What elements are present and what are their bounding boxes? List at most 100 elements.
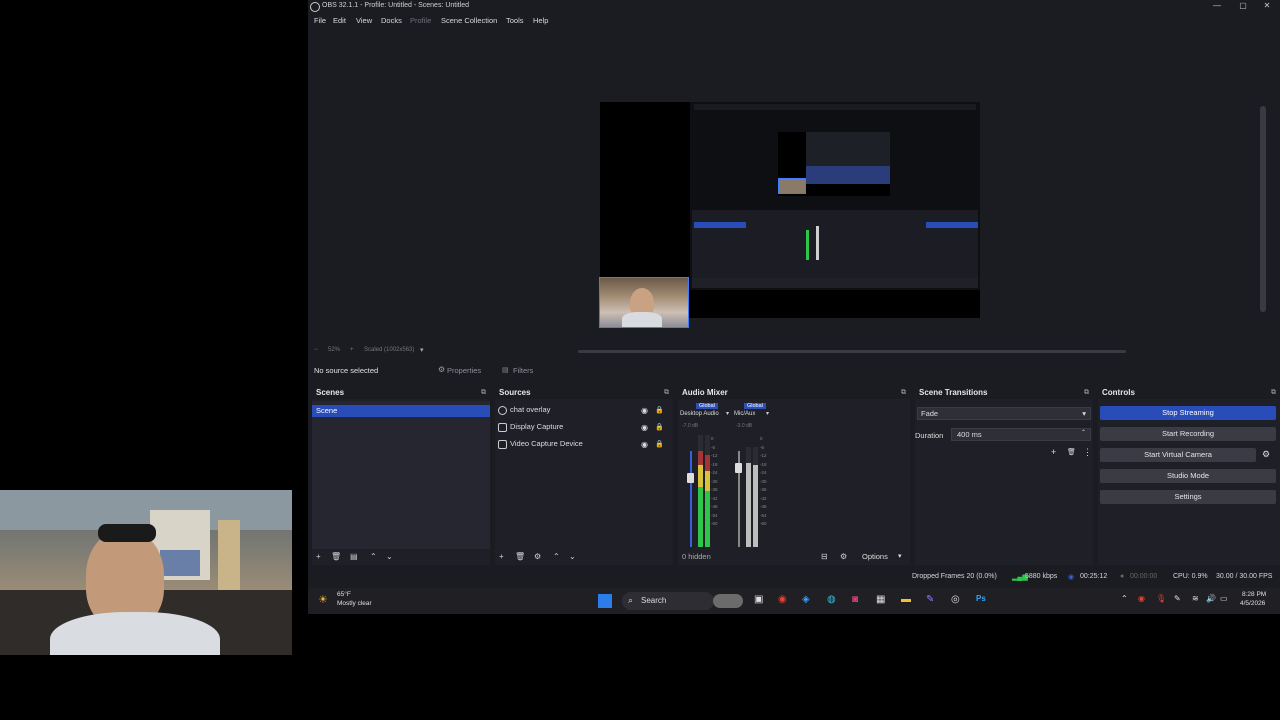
obs-logo-icon [310,2,320,12]
channel-name[interactable]: Desktop Audio [680,411,719,417]
pen-icon[interactable]: ✎ [926,594,934,605]
close-button[interactable]: ✕ [1258,1,1276,12]
options-button[interactable]: Options [862,552,888,561]
undock-icon[interactable]: ⧉ [1084,387,1089,399]
video-capture-preview[interactable] [599,277,689,328]
photoshop-icon[interactable]: Ps [976,594,986,603]
scale-label[interactable]: Scaled (1002x563) [364,347,414,353]
visibility-eye-icon[interactable]: ◉ [641,421,648,435]
tray-overflow-icon[interactable]: ⌃ [1121,594,1128,603]
channel-name[interactable]: Mic/Aux [734,411,755,417]
preview-horizontal-scrollbar[interactable] [578,350,1126,353]
options-dropdown-icon[interactable]: ▾ [898,552,902,560]
mixer-advanced-icon[interactable]: ⚙ [840,552,847,561]
transition-select[interactable]: Fade ▾ [917,407,1091,420]
menu-docks[interactable]: Docks [381,16,402,25]
studio-mode-button[interactable]: Studio Mode [1100,469,1276,483]
zoom-in-icon[interactable]: + [350,347,354,353]
menu-help[interactable]: Help [533,16,548,25]
source-item[interactable]: Video Capture Device ◉ 🔒 [495,437,673,451]
start-virtual-camera-button[interactable]: Start Virtual Camera [1100,448,1256,462]
scene-filters-icon[interactable]: ▤ [350,552,358,561]
visibility-eye-icon[interactable]: ◉ [641,438,648,452]
channel-menu-icon[interactable]: ▾ [726,410,729,417]
level-meter [753,447,758,547]
undock-icon[interactable]: ⧉ [664,387,669,399]
start-recording-button[interactable]: Start Recording [1100,427,1276,441]
menu-view[interactable]: View [356,16,372,25]
stop-streaming-button[interactable]: Stop Streaming [1100,406,1276,420]
move-up-icon[interactable]: ⌃ [553,552,560,561]
menu-scene-collection[interactable]: Scene Collection [441,16,497,25]
weather-icon[interactable]: ☀ [318,593,328,606]
add-scene-icon[interactable]: + [316,552,321,561]
weather-temp[interactable]: 65°F [337,591,351,598]
source-item[interactable]: Display Capture ◉ 🔒 [495,420,673,434]
mic-icon[interactable]: 🎙 [1156,594,1166,603]
menu-edit[interactable]: Edit [333,16,346,25]
menu-file[interactable]: File [314,16,326,25]
volume-slider-handle[interactable] [687,473,694,483]
visibility-eye-icon[interactable]: ◉ [641,404,648,418]
weather-desc[interactable]: Mostly clear [337,600,372,607]
mixer-layout-icon[interactable]: ⊟ [821,552,828,561]
remove-transition-icon[interactable]: 🗑 [1067,448,1076,456]
instagram-icon[interactable]: ◙ [852,594,858,605]
channel-menu-icon[interactable]: ▾ [766,410,769,417]
lock-icon[interactable]: 🔒 [655,404,664,418]
wifi-icon[interactable]: ≋ [1192,594,1199,603]
menu-tools[interactable]: Tools [506,16,524,25]
menu-profile[interactable]: Profile [410,16,431,25]
zoom-out-icon[interactable]: − [314,347,318,353]
obs-taskbar-icon[interactable]: ◎ [951,594,960,605]
search-box[interactable]: ⌕ Search [622,592,714,610]
source-properties-icon[interactable]: ⚙ [534,552,541,561]
windows-start-icon[interactable] [598,594,612,608]
remove-scene-icon[interactable]: 🗑 [331,552,341,561]
move-up-icon[interactable]: ⌃ [370,552,377,561]
properties-button[interactable]: Properties [447,366,481,375]
search-highlight-icon[interactable] [713,594,743,608]
virtual-camera-settings-icon[interactable]: ⚙ [1262,449,1270,460]
hidden-count[interactable]: 0 hidden [682,552,711,561]
task-view-icon[interactable]: ▣ [754,594,763,605]
maximize-button[interactable]: ▢ [1234,1,1252,12]
chrome-icon[interactable]: ◉ [778,594,787,605]
duration-spinbox[interactable]: 400 ms ⌃ [951,428,1091,441]
clock-time[interactable]: 8:28 PM [1242,591,1266,598]
scene-item[interactable]: Scene [312,405,490,417]
transitions-body: Fade ▾ Duration 400 ms ⌃ + 🗑 ⋮ [915,401,1093,549]
settings-button[interactable]: Settings [1100,490,1276,504]
source-item[interactable]: chat overlay ◉ 🔒 [495,403,673,417]
undock-icon[interactable]: ⧉ [481,387,486,399]
filters-button[interactable]: Filters [513,366,533,375]
app-icon[interactable]: ▦ [876,594,885,605]
volume-slider-handle[interactable] [735,463,742,473]
preview-area[interactable] [308,28,1268,344]
record-time: 00:00:00 [1130,573,1158,580]
undock-icon[interactable]: ⧉ [901,387,906,399]
minimize-button[interactable]: — [1208,1,1226,12]
move-down-icon[interactable]: ⌄ [386,552,393,561]
nested-titlebar [694,104,976,110]
lock-icon[interactable]: 🔒 [655,421,664,435]
file-explorer-icon[interactable]: ▬ [901,594,911,605]
tray-pen-icon[interactable]: ✎ [1174,594,1181,603]
preview-vertical-scrollbar[interactable] [1260,106,1266,312]
add-transition-icon[interactable]: + [1051,447,1056,457]
lock-icon[interactable]: 🔒 [655,438,664,452]
battery-icon[interactable]: ▭ [1220,594,1228,603]
spin-up-icon[interactable]: ⌃ [1081,427,1086,439]
clock-date[interactable]: 4/5/2026 [1240,600,1265,607]
scale-dropdown-icon[interactable]: ▾ [420,346,424,354]
transition-menu-icon[interactable]: ⋮ [1083,447,1092,458]
copilot-icon[interactable]: ◈ [802,594,810,605]
remove-source-icon[interactable]: 🗑 [515,552,525,561]
add-source-icon[interactable]: + [499,552,504,561]
volume-icon[interactable]: 🔊 [1206,594,1216,603]
volume-slider-track[interactable] [690,451,692,547]
undock-icon[interactable]: ⧉ [1271,387,1276,399]
edge-icon[interactable]: ◍ [827,594,836,605]
tray-app-icon[interactable]: ◉ [1138,594,1145,603]
move-down-icon[interactable]: ⌄ [569,552,576,561]
